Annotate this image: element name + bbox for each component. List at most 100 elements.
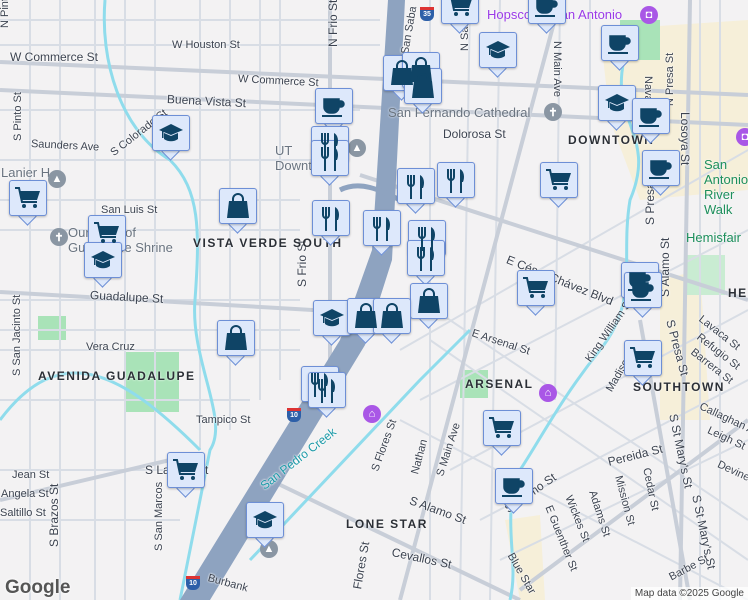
fork-knife-icon: [417, 247, 434, 271]
street-label: W Houston St: [172, 39, 240, 51]
cart-icon: [15, 187, 40, 208]
cafe-icon: [535, 0, 558, 17]
street-label: Losoya St: [678, 112, 692, 166]
cart-icon: [523, 277, 548, 298]
fork-knife-marker[interactable]: [437, 162, 475, 208]
fork-knife-icon: [407, 175, 424, 199]
cart-marker[interactable]: [540, 162, 578, 208]
street-label: N Frio St: [326, 0, 340, 47]
cafe-icon: [502, 478, 525, 497]
graduation-cap-marker[interactable]: [84, 242, 122, 288]
fork-knife-icon: [447, 169, 464, 193]
street-label: Vera Cruz: [86, 341, 135, 353]
graduation-cap-marker[interactable]: [598, 85, 636, 131]
poi-label[interactable]: Hemisfair: [686, 230, 741, 245]
shopping-bag-icon: [355, 303, 377, 328]
cafe-marker[interactable]: [642, 150, 680, 196]
cart-marker[interactable]: [9, 180, 47, 226]
fork-knife-marker[interactable]: [363, 210, 401, 256]
school-icon[interactable]: ▲: [348, 139, 366, 157]
street-label: N Pinto St: [0, 0, 11, 28]
park: [38, 316, 66, 340]
google-logo[interactable]: Google: [5, 578, 70, 597]
cart-marker[interactable]: [517, 270, 555, 316]
cafe-icon: [639, 108, 662, 127]
street-label: Saltillo St: [0, 507, 46, 519]
shopping-bag-icon: [381, 303, 403, 328]
graduation-cap-icon: [253, 511, 277, 529]
graduation-cap-marker[interactable]: [152, 115, 190, 161]
graduation-cap-icon: [159, 124, 183, 142]
cart-marker[interactable]: [624, 340, 662, 386]
cafe-marker[interactable]: [624, 272, 662, 318]
shopping-bag-marker[interactable]: [373, 298, 411, 344]
interstate-shield: 10: [186, 576, 200, 590]
fork-knife-icon: [373, 217, 390, 241]
map-canvas[interactable]: W Houston St W Commerce St W Commerce St…: [0, 0, 748, 600]
cart-icon: [630, 347, 655, 368]
fork-knife-marker[interactable]: [397, 168, 435, 214]
shopping-bag-marker[interactable]: [410, 283, 448, 329]
graduation-cap-marker[interactable]: [313, 300, 351, 346]
cart-icon: [173, 459, 198, 480]
graduation-cap-icon: [320, 309, 344, 327]
shopping-bag-marker[interactable]: [219, 188, 257, 234]
street-label: Tampico St: [196, 414, 251, 426]
shopping-bag-icon: [227, 193, 249, 218]
cafe-icon: [608, 35, 631, 54]
fork-knife-marker[interactable]: [311, 140, 349, 186]
map-attribution[interactable]: Map data ©2025 Google: [630, 587, 748, 600]
interstate-shield: 35: [420, 7, 434, 21]
shopping-bag-marker[interactable]: [217, 320, 255, 366]
street-label: Jean St: [12, 469, 50, 481]
neighborhood-label: AVENIDA GUADALUPE: [38, 369, 196, 383]
poi-label[interactable]: Lanier HS: [1, 165, 51, 180]
graduation-cap-icon: [91, 251, 115, 269]
cart-marker[interactable]: [483, 410, 521, 456]
street-label: S Pinto St: [12, 92, 24, 141]
cafe-marker[interactable]: [528, 0, 566, 34]
graduation-cap-marker[interactable]: [479, 32, 517, 78]
neighborhood-label: LONE STAR: [346, 517, 428, 531]
school-icon[interactable]: ▲: [48, 170, 66, 188]
cafe-marker[interactable]: [601, 25, 639, 71]
street-label: S Brazos St: [47, 483, 61, 547]
fork-knife-marker[interactable]: [312, 200, 350, 246]
church-icon[interactable]: ✝: [544, 103, 562, 121]
neighborhood-label: HE: [728, 286, 748, 300]
museum-icon[interactable]: ◘: [736, 128, 748, 146]
graduation-cap-icon: [605, 94, 629, 112]
museum-icon[interactable]: ⌂: [539, 384, 557, 402]
fork-knife-marker[interactable]: [308, 372, 346, 418]
poi-label[interactable]: San Antonio River Walk: [704, 157, 748, 217]
cafe-icon: [631, 282, 654, 301]
museum-icon[interactable]: ◘: [640, 6, 658, 24]
cart-icon: [450, 0, 472, 16]
cafe-marker[interactable]: [495, 468, 533, 514]
interstate-shield: 10: [287, 408, 301, 422]
street-label: S San Marcos: [153, 481, 165, 551]
street-label: W Commerce St: [10, 50, 99, 64]
graduation-cap-icon: [486, 41, 510, 59]
cart-marker[interactable]: [441, 0, 479, 34]
cart-icon: [94, 222, 119, 243]
museum-icon[interactable]: ⌂: [363, 405, 381, 423]
graduation-cap-marker[interactable]: [246, 502, 284, 548]
street-label: N Main Ave: [551, 41, 563, 98]
shopping-bag-icon: [225, 325, 247, 350]
cart-marker[interactable]: [167, 452, 205, 498]
street-label: Angela St: [1, 488, 49, 500]
church-icon[interactable]: ✝: [50, 228, 68, 246]
cafe-icon: [322, 98, 345, 117]
neighborhood-label: ARSENAL: [465, 377, 534, 391]
fork-knife-marker[interactable]: [407, 240, 445, 286]
cart-icon: [489, 417, 514, 438]
shopping-bag-icon: [418, 288, 440, 313]
cafe-icon: [649, 160, 672, 179]
cafe-marker[interactable]: [632, 98, 670, 144]
shopping-bag-marker[interactable]: [404, 68, 442, 114]
street-label: S San Jacinto St: [11, 294, 23, 376]
fork-knife-icon: [322, 207, 339, 231]
cart-icon: [546, 169, 571, 190]
shopping-bag-icon: [412, 73, 434, 98]
